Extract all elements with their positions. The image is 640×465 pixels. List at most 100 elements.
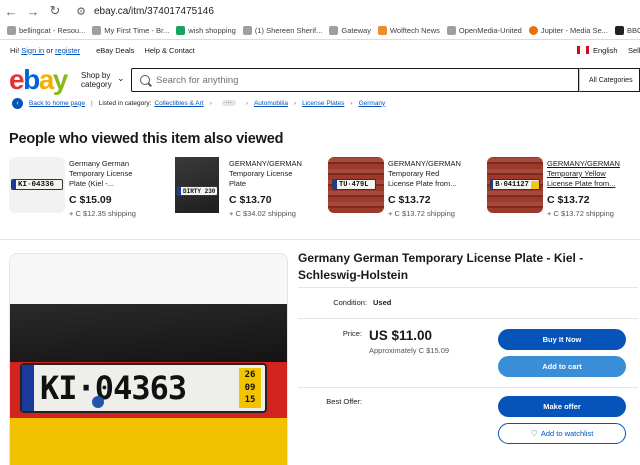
plate-thumbnail: KI·04336	[11, 179, 63, 190]
bookmark-favicon-icon	[446, 26, 456, 35]
approx-price: Approximately C $15.09	[369, 346, 450, 355]
plate-thumbnail: DIRTY 230	[176, 186, 218, 196]
flag-gold-band	[10, 418, 287, 465]
make-offer-button[interactable]: Make offer	[498, 396, 626, 417]
breadcrumb-more-button[interactable]: ···	[221, 100, 236, 106]
plate-thumbnail: TU·479L	[332, 179, 376, 190]
bookmark-label: (1) Shereen Sherif...	[254, 26, 323, 35]
best-offer-label: Best Offer:	[326, 397, 362, 406]
all-categories-select[interactable]: All Categories	[579, 68, 640, 92]
item-thumbnail[interactable]: KI·04336	[9, 157, 65, 213]
main-product-image[interactable]: KI·04363 26 09 15	[9, 253, 288, 465]
ebay-deals-link[interactable]: eBay Deals	[96, 46, 134, 55]
yellow-tag	[530, 180, 539, 189]
condition-value: Used	[373, 298, 392, 307]
item-title[interactable]: GERMANY/GERMAN Temporary Red License Pla…	[388, 159, 483, 189]
breadcrumb-automobilia[interactable]: Automobilia	[254, 100, 288, 107]
bookmark-gateway[interactable]: Gateway	[329, 26, 371, 35]
breadcrumb: ‹ Back to home page | Listed in category…	[12, 97, 385, 109]
bookmark-label: Gateway	[341, 26, 371, 35]
bookmark-label: OpenMedia-United	[458, 26, 522, 35]
ebay-logo[interactable]: ebay	[9, 64, 68, 95]
divider	[298, 387, 638, 388]
logo-letter-a: a	[38, 64, 55, 95]
back-chevron-icon[interactable]: ‹	[12, 97, 23, 109]
divider	[298, 318, 638, 319]
plate-text: B·041127	[495, 180, 529, 189]
flag-black-band	[10, 304, 287, 362]
plate-number: KI·04363	[40, 369, 187, 407]
plate-text: DIRTY 230	[183, 187, 216, 195]
back-home-link[interactable]: Back to home page	[29, 100, 85, 107]
greeting-text: Hi!	[10, 45, 20, 55]
logo-letter-b: b	[23, 64, 40, 95]
listed-in-label: Listed in category:	[98, 99, 152, 107]
eu-band	[22, 365, 34, 411]
site-info-icon[interactable]: ⚙	[72, 5, 90, 18]
bookmark-jupiter[interactable]: Jupiter - Media Se...	[528, 26, 608, 35]
logo-letter-e: e	[9, 64, 25, 95]
item-title[interactable]: GERMANY/GERMAN Temporary License Plate	[229, 159, 324, 189]
forward-arrow-icon[interactable]: →	[22, 4, 44, 19]
canada-flag-icon[interactable]	[577, 46, 589, 54]
bookmark-label: My First Time - Br...	[104, 26, 170, 35]
ebay-top-bar: Hi! Sign in or register eBay Deals Help …	[0, 42, 640, 58]
item-title[interactable]: Germany German Temporary License Plate (…	[69, 159, 164, 189]
bookmark-my-first-time[interactable]: My First Time - Br...	[92, 26, 169, 35]
item-thumbnail[interactable]: DIRTY 230	[169, 157, 225, 213]
bookmark-wolftech[interactable]: Wolftech News	[377, 26, 440, 35]
reload-icon[interactable]: ↻	[44, 3, 66, 19]
registration-seal-icon	[92, 396, 104, 408]
item-shipping: + C $12.35 shipping	[69, 209, 136, 218]
also-viewed-card[interactable]: TU·479L GERMANY/GERMAN Temporary Red Lic…	[328, 157, 488, 223]
condition-label: Condition:	[333, 298, 367, 307]
item-shipping: + C $34.02 shipping	[229, 209, 296, 218]
buy-it-now-button[interactable]: Buy It Now	[498, 329, 626, 350]
language-selector[interactable]: English	[593, 46, 618, 55]
bookmark-favicon-icon	[92, 26, 102, 35]
item-thumbnail[interactable]: TU·479L	[328, 157, 384, 213]
item-price: C $13.70	[229, 194, 272, 206]
browser-toolbar: ← → ↻ ⚙ ebay.ca/itm/374017475146	[0, 0, 640, 22]
item-price: US $11.00	[369, 328, 433, 343]
eu-band	[177, 187, 181, 195]
also-viewed-card[interactable]: DIRTY 230 GERMANY/GERMAN Temporary Licen…	[169, 157, 329, 223]
bookmark-wish-shopping[interactable]: wish shopping	[176, 26, 236, 35]
search-icon	[140, 75, 150, 85]
bookmark-bellingcat[interactable]: bellingcat - Resou...	[7, 26, 85, 35]
breadcrumb-chevron-icon: ›	[245, 99, 248, 107]
also-viewed-card[interactable]: KI·04336 Germany German Temporary Licens…	[9, 157, 169, 223]
item-shipping: + C $13.72 shipping	[547, 209, 614, 218]
bookmark-bbc[interactable]: BBC	[614, 26, 640, 35]
shop-by-category-button[interactable]: Shop by category ⌄	[81, 71, 125, 89]
back-arrow-icon[interactable]: ←	[0, 4, 22, 19]
search-input[interactable]	[156, 74, 556, 86]
also-viewed-title: People who viewed this item also viewed	[9, 131, 284, 147]
item-thumbnail[interactable]: B·041127	[487, 157, 543, 213]
sign-in-link[interactable]: Sign in	[21, 46, 44, 55]
breadcrumb-germany[interactable]: Germany	[359, 100, 386, 107]
bookmark-shereen[interactable]: (1) Shereen Sherif...	[242, 26, 323, 35]
item-title[interactable]: GERMANY/GERMAN Temporary Yellow License …	[547, 159, 640, 189]
breadcrumb-license-plates[interactable]: License Plates	[302, 100, 344, 107]
expiry-sticker: 26 09 15	[239, 368, 261, 408]
also-viewed-card[interactable]: B·041127 GERMANY/GERMAN Temporary Yellow…	[487, 157, 640, 223]
add-to-cart-button[interactable]: Add to cart	[498, 356, 626, 377]
add-to-watchlist-button[interactable]: ♡ Add to watchlist	[498, 423, 626, 444]
help-contact-link[interactable]: Help & Contact	[144, 46, 194, 55]
photo-background	[175, 157, 219, 213]
breadcrumb-separator: |	[91, 99, 93, 107]
greeting: Hi! Sign in or register	[10, 46, 80, 55]
breadcrumb-chevron-icon: ›	[209, 99, 212, 107]
bookmark-label: Wolftech News	[389, 26, 440, 35]
breadcrumb-collectibles[interactable]: Collectibles & Art	[154, 100, 203, 107]
register-link[interactable]: register	[55, 46, 80, 55]
plate-text: TU·479L	[339, 180, 369, 189]
bookmark-label: bellingcat - Resou...	[19, 26, 86, 35]
search-box	[131, 68, 579, 92]
bookmark-label: Jupiter - Media Se...	[540, 26, 608, 35]
bookmark-openmedia[interactable]: OpenMedia-United	[446, 26, 522, 35]
address-bar[interactable]: ebay.ca/itm/374017475146	[94, 6, 214, 17]
sell-link[interactable]: Sell	[628, 46, 640, 55]
expiry-day: 26	[244, 370, 256, 380]
